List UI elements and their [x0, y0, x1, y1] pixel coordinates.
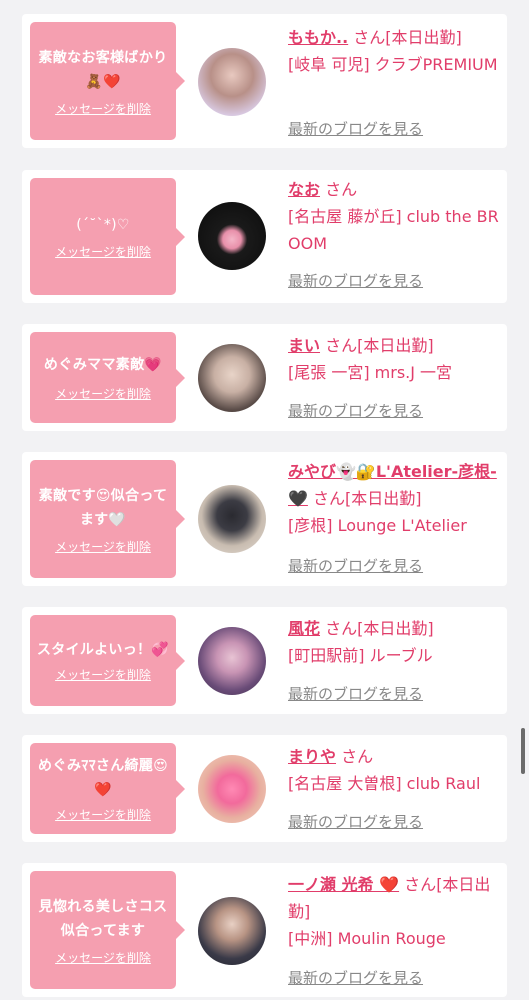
delete-message-link[interactable]: メッセージを削除 — [55, 538, 151, 555]
delete-message-link[interactable]: メッセージを削除 — [55, 949, 151, 966]
message-text: 素敵です😍似合ってます🤍 — [38, 487, 168, 528]
message-bubble: 見惚れる美しさコス似合ってます メッセージを削除 — [30, 871, 185, 989]
shop-name: [岐阜 可児] クラブPREMIUM — [288, 55, 498, 74]
delete-message-link[interactable]: メッセージを削除 — [55, 666, 151, 683]
message-card: めぐみママ素敵💗 メッセージを削除 まい さん[本日出勤] [尾張 一宮] mr… — [22, 324, 507, 431]
cast-info: まい さん[本日出勤] [尾張 一宮] mrs.J 一宮 — [288, 332, 502, 386]
cast-info: ももか.. さん[本日出勤] [岐阜 可児] クラブPREMIUM — [288, 24, 502, 78]
message-bubble: めぐみママ素敵💗 メッセージを削除 — [30, 332, 185, 423]
cast-info: 風花 さん[本日出勤] [町田駅前] ルーブル — [288, 615, 502, 669]
message-text: めぐみﾏﾏさん綺麗😍❤️ — [37, 758, 168, 798]
message-card: 見惚れる美しさコス似合ってます メッセージを削除 一ノ瀬 光希 ❤️ さん[本日… — [22, 863, 507, 997]
message-bubble: 素敵です😍似合ってます🤍 メッセージを削除 — [30, 460, 185, 578]
shop-name: [名古屋 大曽根] club Raul — [288, 774, 481, 793]
delete-message-link[interactable]: メッセージを削除 — [55, 385, 151, 402]
avatar[interactable] — [198, 627, 266, 695]
san-suffix: さん — [404, 875, 437, 894]
san-suffix: さん — [325, 336, 358, 355]
avatar[interactable] — [198, 202, 266, 270]
cast-name-link[interactable]: ももか.. — [288, 28, 348, 47]
cast-info: みやび👻🔐L'Atelier-彦根-🖤 さん[本日出勤] [彦根] Lounge… — [288, 458, 502, 539]
san-suffix: さん — [325, 180, 358, 199]
cast-name-link[interactable]: 一ノ瀬 光希 ❤️ — [288, 875, 399, 894]
message-card: 素敵なお客様ばかり🧸❤️ メッセージを削除 ももか.. さん[本日出勤] [岐阜… — [22, 14, 507, 148]
latest-blog-link[interactable]: 最新のブログを見る — [288, 270, 423, 291]
message-list: 素敵なお客様ばかり🧸❤️ メッセージを削除 ももか.. さん[本日出勤] [岐阜… — [0, 0, 529, 1000]
san-suffix: さん — [353, 28, 386, 47]
latest-blog-link[interactable]: 最新のブログを見る — [288, 811, 423, 832]
message-bubble: めぐみﾏﾏさん綺麗😍❤️ メッセージを削除 — [30, 743, 185, 834]
shop-name: [尾張 一宮] mrs.J 一宮 — [288, 363, 453, 382]
latest-blog-link[interactable]: 最新のブログを見る — [288, 683, 423, 704]
cast-name-link[interactable]: まい — [288, 336, 320, 355]
on-duty-badge: [本日出勤] — [357, 619, 434, 638]
message-text: めぐみママ素敵💗 — [43, 357, 163, 373]
message-card: 素敵です😍似合ってます🤍 メッセージを削除 みやび👻🔐L'Atelier-彦根-… — [22, 452, 507, 586]
shop-name: [彦根] Lounge L'Atelier — [288, 516, 467, 535]
message-text: (ˊ˘ˋ*)♡ — [76, 217, 130, 233]
cast-name-link[interactable]: なお — [288, 180, 320, 199]
avatar[interactable] — [198, 755, 266, 823]
message-card: スタイルよいっ！💞 メッセージを削除 風花 さん[本日出勤] [町田駅前] ルー… — [22, 607, 507, 714]
san-suffix: さん — [313, 489, 346, 508]
shop-name: [町田駅前] ルーブル — [288, 646, 433, 665]
on-duty-badge: [本日出勤] — [345, 489, 422, 508]
on-duty-badge: [本日出勤] — [357, 336, 434, 355]
message-card: (ˊ˘ˋ*)♡ メッセージを削除 なお さん [名古屋 藤が丘] club th… — [22, 170, 507, 303]
delete-message-link[interactable]: メッセージを削除 — [55, 806, 151, 823]
message-text: 素敵なお客様ばかり🧸❤️ — [38, 49, 168, 90]
avatar[interactable] — [198, 485, 266, 553]
shop-name: [中洲] Moulin Rouge — [288, 929, 446, 948]
message-bubble: スタイルよいっ！💞 メッセージを削除 — [30, 615, 185, 706]
shop-name: [名古屋 藤が丘] club the BROOM — [288, 207, 499, 253]
cast-info: まりや さん [名古屋 大曽根] club Raul — [288, 743, 502, 797]
message-bubble: 素敵なお客様ばかり🧸❤️ メッセージを削除 — [30, 22, 185, 140]
message-text: 見惚れる美しさコス似合ってます — [38, 898, 168, 939]
san-suffix: さん — [325, 619, 358, 638]
latest-blog-link[interactable]: 最新のブログを見る — [288, 118, 423, 139]
cast-info: 一ノ瀬 光希 ❤️ さん[本日出勤] [中洲] Moulin Rouge — [288, 871, 502, 952]
delete-message-link[interactable]: メッセージを削除 — [55, 243, 151, 260]
san-suffix: さん — [341, 747, 374, 766]
cast-name-link[interactable]: まりや — [288, 747, 336, 766]
latest-blog-link[interactable]: 最新のブログを見る — [288, 967, 423, 988]
message-text: スタイルよいっ！💞 — [36, 642, 170, 658]
scrollbar[interactable] — [521, 728, 525, 774]
message-card: めぐみﾏﾏさん綺麗😍❤️ メッセージを削除 まりや さん [名古屋 大曽根] c… — [22, 735, 507, 842]
message-bubble: (ˊ˘ˋ*)♡ メッセージを削除 — [30, 178, 185, 295]
on-duty-badge: [本日出勤] — [385, 28, 462, 47]
latest-blog-link[interactable]: 最新のブログを見る — [288, 400, 423, 421]
latest-blog-link[interactable]: 最新のブログを見る — [288, 555, 423, 576]
avatar[interactable] — [198, 897, 266, 965]
delete-message-link[interactable]: メッセージを削除 — [55, 100, 151, 117]
cast-name-link[interactable]: 風花 — [288, 619, 320, 638]
cast-info: なお さん [名古屋 藤が丘] club the BROOM — [288, 176, 502, 257]
avatar[interactable] — [198, 344, 266, 412]
avatar[interactable] — [198, 48, 266, 116]
